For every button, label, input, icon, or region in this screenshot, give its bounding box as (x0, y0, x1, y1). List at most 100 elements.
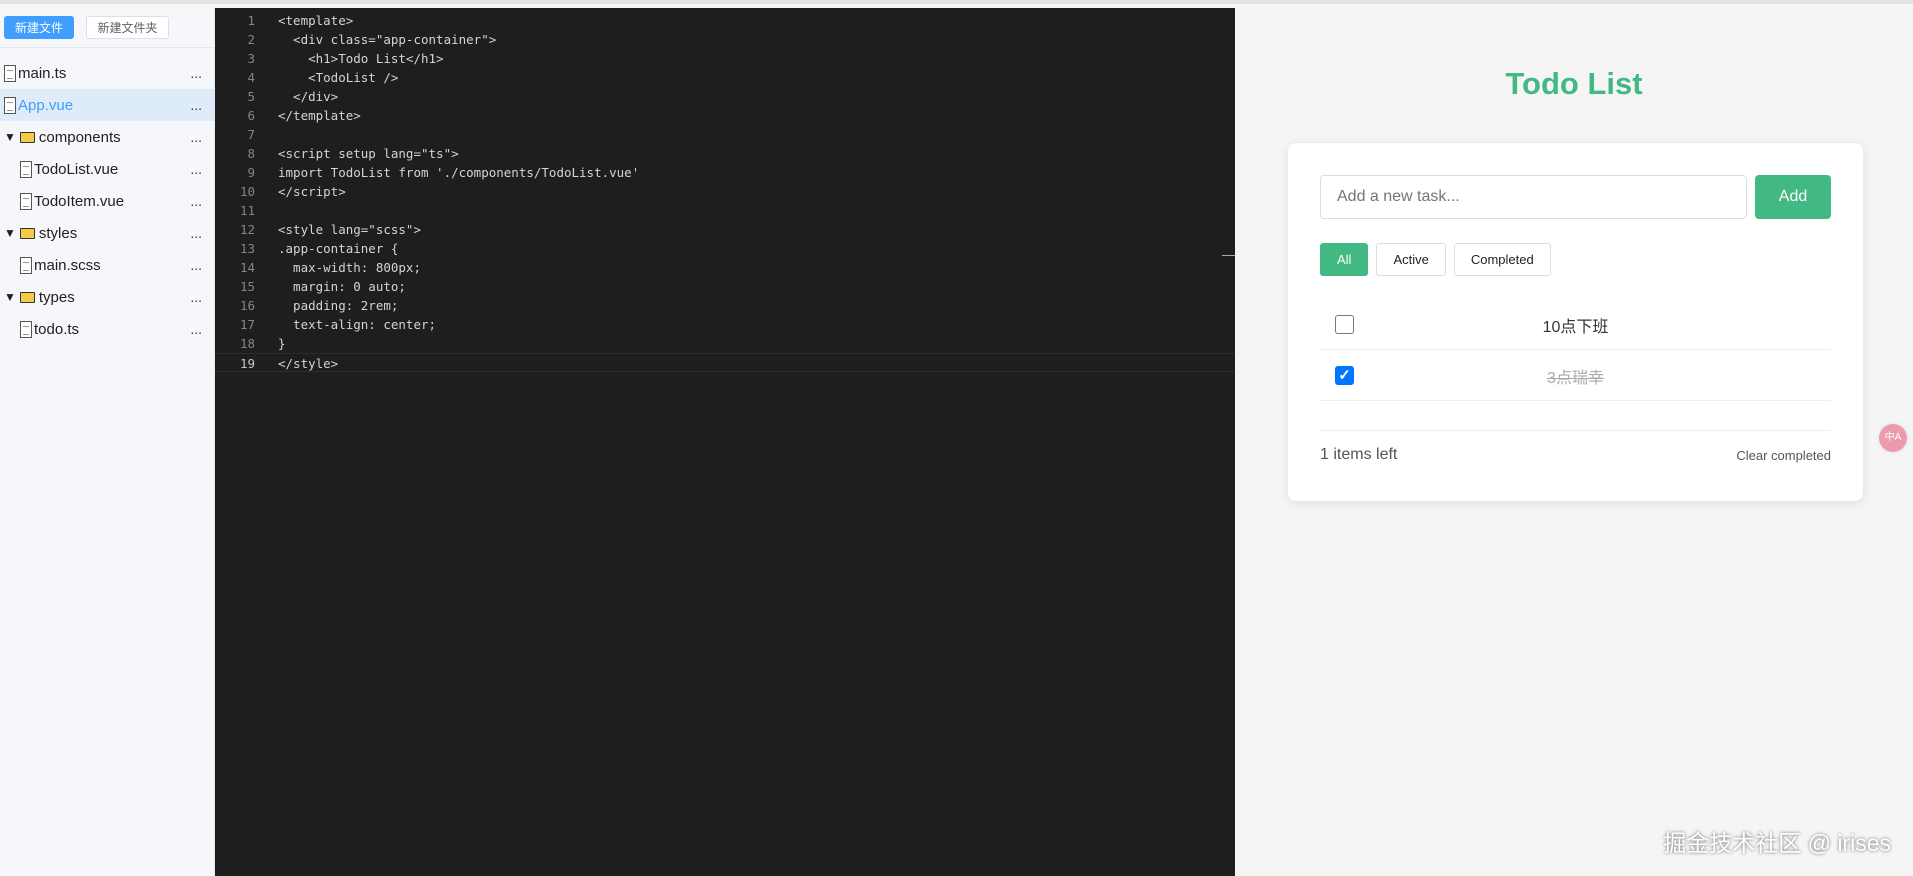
line-number: 2 (247, 32, 255, 47)
todo-item: 10点下班 (1320, 300, 1831, 350)
code-line: 10 </script> (215, 182, 1235, 201)
code-line: 3 <h1>Todo List</h1> (215, 49, 1235, 68)
new-task-input[interactable] (1320, 175, 1747, 219)
divider (1320, 430, 1831, 431)
more-options-button[interactable]: ... (190, 97, 202, 113)
code-line: 11 (215, 201, 1235, 220)
file-item[interactable]: main.ts... (0, 57, 214, 89)
filter-completed[interactable]: Completed (1453, 243, 1551, 276)
item-label: styles (38, 224, 78, 242)
new-file-button[interactable]: 新建文件 (4, 16, 74, 39)
code-line: 16 padding: 2rem; (215, 296, 1235, 315)
more-options-button[interactable]: ... (190, 321, 202, 337)
code-text: </style> (278, 356, 339, 371)
folder-item[interactable]: ▼ types... (0, 281, 214, 313)
expand-arrow-icon[interactable]: ▼ (4, 226, 16, 240)
expand-arrow-icon[interactable]: ▼ (4, 290, 16, 304)
item-label: TodoList.vue (34, 160, 119, 178)
more-options-button[interactable]: ... (190, 225, 202, 241)
line-number: 18 (239, 336, 255, 351)
clear-completed-button[interactable]: Clear completed (1736, 448, 1831, 463)
line-number: 15 (239, 279, 255, 294)
todo-item: ✓ 3点瑞幸 (1320, 351, 1831, 401)
file-explorer: 新建文件 新建文件夹 main.ts... App.vue... ▼ componen… (0, 8, 215, 876)
file-item[interactable]: TodoItem.vue... (0, 185, 214, 217)
watermark: 掘金技术社区 @ irises (1663, 830, 1891, 856)
code-line: 13 .app-container { (215, 239, 1235, 258)
file-item[interactable]: todo.ts... (0, 313, 214, 345)
more-options-button[interactable]: ... (190, 289, 202, 305)
code-text: import TodoList from './components/TodoL… (278, 165, 640, 180)
line-number: 4 (247, 70, 255, 85)
line-number: 19 (239, 356, 255, 371)
line-number: 3 (247, 51, 255, 66)
code-line: 17 text-align: center; (215, 315, 1235, 334)
todo-checkbox-checked[interactable]: ✓ (1335, 366, 1354, 385)
code-text: <template> (278, 13, 354, 28)
explorer-toolbar: 新建文件 新建文件夹 (0, 8, 214, 48)
code-line: 18} (215, 334, 1235, 353)
code-text: max-width: 800px; (278, 260, 421, 275)
code-line: 7 (215, 125, 1235, 144)
code-text: <div class="app-container"> (278, 32, 497, 47)
code-line: 15 margin: 0 auto; (215, 277, 1235, 296)
code-text: .app-container { (278, 241, 399, 256)
folder-icon (19, 291, 35, 303)
file-item[interactable]: TodoList.vue... (0, 153, 214, 185)
code-text: </script> (278, 184, 346, 199)
file-icon (20, 320, 32, 338)
file-item[interactable]: main.scss... (0, 249, 214, 281)
folder-icon (19, 131, 35, 143)
file-item[interactable]: App.vue... (0, 89, 214, 121)
filter-all[interactable]: All (1320, 243, 1369, 276)
item-label: App.vue (18, 96, 74, 114)
line-number: 12 (239, 222, 255, 237)
filter-active[interactable]: Active (1376, 243, 1446, 276)
code-text: text-align: center; (278, 317, 437, 332)
line-number: 9 (247, 165, 255, 180)
item-label: todo.ts (34, 320, 80, 338)
line-number: 5 (247, 89, 255, 104)
todo-card: Add All Active Completed 10点下班 ✓ 3点瑞幸 1 … (1288, 143, 1863, 501)
more-options-button[interactable]: ... (190, 129, 202, 145)
code-line: 6 </template> (215, 106, 1235, 125)
item-label: types (38, 288, 75, 306)
line-number: 13 (239, 241, 255, 256)
code-text: </template> (278, 108, 361, 123)
code-editor[interactable]: 1 <template> 2 <div class="app-container">… (215, 8, 1235, 876)
code-line: 2 <div class="app-container"> (215, 30, 1235, 49)
code-line: 12 <style lang="scss"> (215, 220, 1235, 239)
line-number: 16 (239, 298, 255, 313)
code-line: 19 </style> (215, 353, 1235, 372)
line-number: 11 (239, 203, 255, 218)
more-options-button[interactable]: ... (190, 193, 202, 209)
file-icon (4, 64, 16, 82)
line-number: 14 (239, 260, 255, 275)
more-options-button[interactable]: ... (190, 257, 202, 273)
more-options-button[interactable]: ... (190, 65, 202, 81)
app-title: Todo List (1505, 66, 1643, 101)
code-line: 5 </div> (215, 87, 1235, 106)
code-line: 9 import TodoList from './components/Todo… (215, 163, 1235, 182)
translate-icon[interactable]: 中A (1879, 424, 1907, 452)
file-icon (4, 96, 16, 114)
file-icon (20, 192, 32, 210)
line-number: 6 (247, 108, 255, 123)
code-text: <h1>Todo List</h1> (278, 51, 444, 66)
expand-arrow-icon[interactable]: ▼ (4, 130, 16, 144)
code-text: <TodoList /> (278, 70, 399, 85)
folder-item[interactable]: ▼ styles... (0, 217, 214, 249)
filter-group: All Active Completed (1320, 243, 1551, 276)
pane-splitter-handle[interactable] (1222, 255, 1235, 256)
more-options-button[interactable]: ... (190, 161, 202, 177)
file-icon (20, 160, 32, 178)
code-line: 1 <template> (215, 11, 1235, 30)
folder-item[interactable]: ▼ components... (0, 121, 214, 153)
code-text: margin: 0 auto; (278, 279, 406, 294)
line-number: 8 (247, 146, 255, 161)
todo-checkbox[interactable] (1335, 315, 1354, 334)
add-button[interactable]: Add (1755, 175, 1831, 219)
item-label: components (38, 128, 121, 146)
preview-pane: Todo List Add All Active Completed 10点下班… (1235, 8, 1913, 876)
new-folder-button[interactable]: 新建文件夹 (86, 16, 169, 39)
